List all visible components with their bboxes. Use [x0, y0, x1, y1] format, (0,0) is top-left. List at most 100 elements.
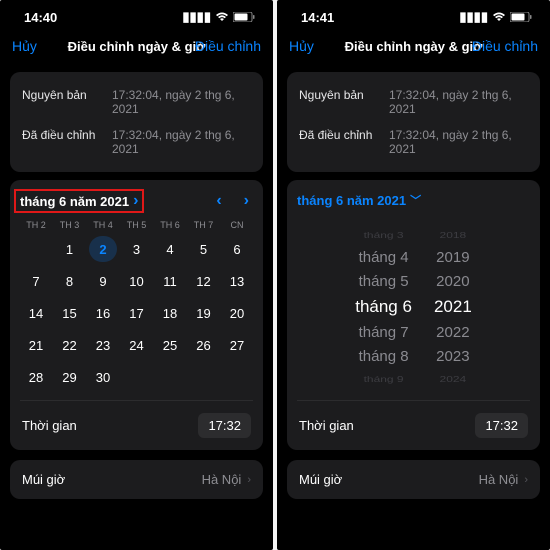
timezone-row[interactable]: Múi giờ Hà Nội ›: [287, 460, 540, 499]
picker-item[interactable]: tháng 8: [359, 348, 409, 365]
calendar-day[interactable]: 14: [22, 300, 50, 326]
status-icons: ▮▮▮▮: [182, 9, 255, 25]
calendar-day: [223, 364, 251, 390]
month-year-button[interactable]: tháng 6 năm 2021 ﹀: [297, 192, 421, 208]
calendar-day[interactable]: 29: [56, 364, 84, 390]
calendar-day[interactable]: 22: [56, 332, 84, 358]
picker-item[interactable]: 2019: [436, 249, 469, 266]
calendar-day: [156, 364, 184, 390]
adjusted-value: 17:32:04, ngày 2 thg 6, 2021: [389, 128, 528, 156]
calendar-day[interactable]: 2: [89, 236, 117, 262]
timezone-label: Múi giờ: [22, 472, 65, 487]
calendar-day[interactable]: 11: [156, 268, 184, 294]
picker-item[interactable]: tháng 9: [364, 374, 404, 384]
calendar-day: [22, 236, 50, 262]
cancel-button[interactable]: Hủy: [289, 38, 314, 54]
calendar-day[interactable]: 21: [22, 332, 50, 358]
picker-item[interactable]: 2024: [440, 374, 467, 384]
calendar-day[interactable]: 4: [156, 236, 184, 262]
calendar-day: [190, 364, 218, 390]
time-label: Thời gian: [299, 418, 354, 433]
year-column[interactable]: 2018 2019 2020 2021 2022 2023 2024: [434, 228, 472, 386]
next-month-button[interactable]: ›: [244, 192, 249, 210]
picker-item[interactable]: tháng 4: [359, 249, 409, 266]
picker-item[interactable]: 2021: [434, 297, 472, 317]
picker-item[interactable]: tháng 7: [359, 324, 409, 341]
wifi-icon: [215, 10, 229, 25]
original-value: 17:32:04, ngày 2 thg 6, 2021: [389, 88, 528, 116]
picker-item[interactable]: tháng 3: [364, 230, 404, 240]
calendar-day[interactable]: 16: [89, 300, 117, 326]
phone-right: 14:41 ▮▮▮▮ Hủy Điều chỉnh ngày & giờ Điề…: [277, 0, 550, 550]
calendar-card: tháng 6 năm 2021 › ‹ › TH 2TH 3TH 4TH 5T…: [10, 180, 263, 450]
calendar-day[interactable]: 12: [190, 268, 218, 294]
prev-month-button[interactable]: ‹: [216, 192, 221, 210]
info-card: Nguyên bản 17:32:04, ngày 2 thg 6, 2021 …: [287, 72, 540, 172]
done-button[interactable]: Điều chỉnh: [472, 38, 538, 54]
nav-bar: Hủy Điều chỉnh ngày & giờ Điều chỉnh: [0, 34, 273, 64]
month-column[interactable]: tháng 3 tháng 4 tháng 5 tháng 6 tháng 7 tháng…: [355, 228, 412, 386]
timezone-value: Hà Nội: [479, 472, 519, 487]
calendar-day[interactable]: 18: [156, 300, 184, 326]
chevron-right-icon: ›: [524, 474, 528, 486]
calendar-day: [123, 364, 151, 390]
status-bar: 14:41 ▮▮▮▮: [277, 0, 550, 34]
calendar-day[interactable]: 26: [190, 332, 218, 358]
info-card: Nguyên bản 17:32:04, ngày 2 thg 6, 2021 …: [10, 72, 263, 172]
wifi-icon: [492, 10, 506, 25]
picker-item[interactable]: tháng 5: [359, 273, 409, 290]
chevron-right-icon: ›: [133, 192, 138, 210]
phone-left: 14:40 ▮▮▮▮ Hủy Điều chỉnh ngày & giờ Điề…: [0, 0, 273, 550]
calendar-day[interactable]: 27: [223, 332, 251, 358]
timezone-row[interactable]: Múi giờ Hà Nội ›: [10, 460, 263, 499]
calendar-day[interactable]: 23: [89, 332, 117, 358]
calendar-day[interactable]: 3: [123, 236, 151, 262]
status-icons: ▮▮▮▮: [459, 9, 532, 25]
status-bar: 14:40 ▮▮▮▮: [0, 0, 273, 34]
picker-item[interactable]: tháng 6: [355, 297, 412, 317]
adjusted-label: Đã điều chỉnh: [22, 128, 112, 142]
calendar-day[interactable]: 15: [56, 300, 84, 326]
nav-bar: Hủy Điều chỉnh ngày & giờ Điều chỉnh: [277, 34, 550, 64]
battery-icon: [510, 10, 532, 25]
calendar-day[interactable]: 20: [223, 300, 251, 326]
calendar-day[interactable]: 6: [223, 236, 251, 262]
chevron-down-icon: ﹀: [410, 192, 421, 208]
done-button[interactable]: Điều chỉnh: [195, 38, 261, 54]
adjusted-label: Đã điều chỉnh: [299, 128, 389, 142]
calendar-day[interactable]: 7: [22, 268, 50, 294]
calendar-day[interactable]: 28: [22, 364, 50, 390]
calendar-day[interactable]: 9: [89, 268, 117, 294]
timezone-label: Múi giờ: [299, 472, 342, 487]
calendar-day[interactable]: 19: [190, 300, 218, 326]
picker-item[interactable]: 2020: [436, 273, 469, 290]
calendar-day[interactable]: 17: [123, 300, 151, 326]
calendar-day[interactable]: 13: [223, 268, 251, 294]
calendar-day[interactable]: 5: [190, 236, 218, 262]
weekday-header: TH 2TH 3TH 4TH 5TH 6TH 7CN: [20, 218, 253, 234]
month-year-button[interactable]: tháng 6 năm 2021 ›: [14, 189, 144, 213]
original-value: 17:32:04, ngày 2 thg 6, 2021: [112, 88, 251, 116]
month-year-picker[interactable]: tháng 3 tháng 4 tháng 5 tháng 6 tháng 7 tháng…: [297, 222, 530, 392]
clock: 14:41: [301, 10, 334, 25]
time-picker[interactable]: 17:32: [198, 413, 251, 438]
calendar-day[interactable]: 10: [123, 268, 151, 294]
original-label: Nguyên bản: [22, 88, 112, 102]
picker-item[interactable]: 2018: [440, 230, 467, 240]
cancel-button[interactable]: Hủy: [12, 38, 37, 54]
timezone-value: Hà Nội: [202, 472, 242, 487]
calendar-card: tháng 6 năm 2021 ﹀ tháng 3 tháng 4 tháng 5…: [287, 180, 540, 450]
calendar-day[interactable]: 25: [156, 332, 184, 358]
calendar-day[interactable]: 8: [56, 268, 84, 294]
calendar-grid: 1234567891011121314151617181920212223242…: [20, 234, 253, 392]
battery-icon: [233, 10, 255, 25]
signal-icon: ▮▮▮▮: [182, 9, 211, 25]
calendar-day[interactable]: 24: [123, 332, 151, 358]
picker-item[interactable]: 2023: [436, 348, 469, 365]
time-picker[interactable]: 17:32: [475, 413, 528, 438]
clock: 14:40: [24, 10, 57, 25]
calendar-day[interactable]: 1: [56, 236, 84, 262]
time-label: Thời gian: [22, 418, 77, 433]
calendar-day[interactable]: 30: [89, 364, 117, 390]
picker-item[interactable]: 2022: [436, 324, 469, 341]
